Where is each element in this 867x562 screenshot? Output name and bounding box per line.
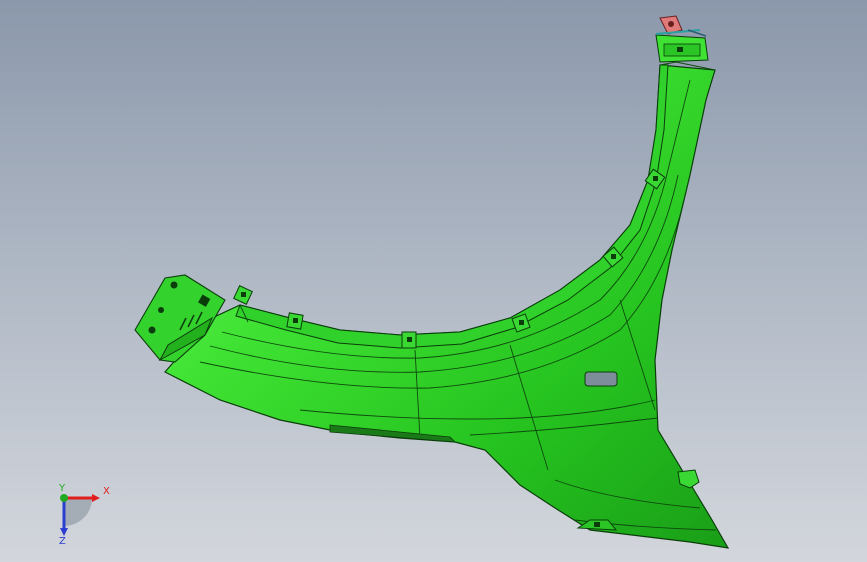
z-axis-label: Z <box>59 536 66 547</box>
axis-triad: X Y Z <box>48 480 118 550</box>
top-mount-bracket[interactable] <box>655 15 709 63</box>
fender-liner-model[interactable] <box>0 0 867 562</box>
cad-3d-viewport[interactable]: X Y Z <box>0 0 867 562</box>
fender-body[interactable] <box>164 64 730 549</box>
y-axis-dot <box>60 494 68 502</box>
access-slot <box>584 371 618 387</box>
y-axis-label: Y <box>59 483 66 494</box>
triad-shadow <box>64 498 92 526</box>
x-axis-label: X <box>103 486 110 497</box>
